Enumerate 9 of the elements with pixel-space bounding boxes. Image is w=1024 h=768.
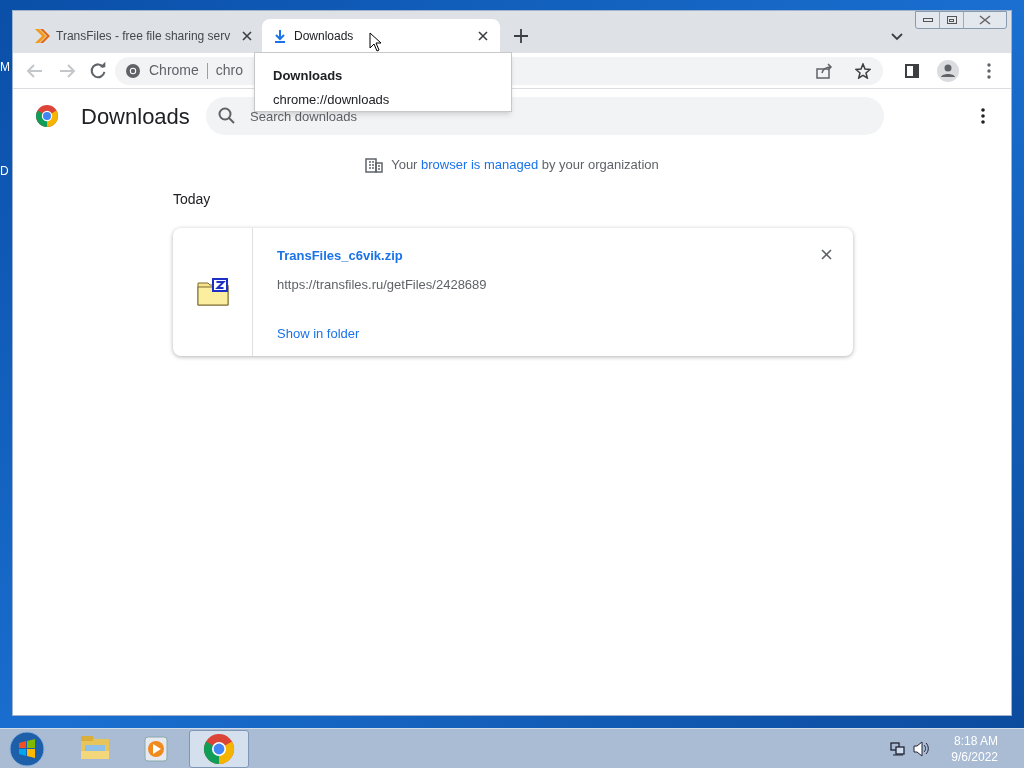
url-text: chro <box>215 61 244 80</box>
managed-notice: Your browser is managed by your organization <box>391 156 659 174</box>
site-label: Chrome <box>149 61 199 80</box>
tab-title: Downloads <box>294 28 354 45</box>
tab-title: TransFiles - free file sharing serv <box>56 28 231 45</box>
tooltip-title: Downloads <box>273 67 344 85</box>
page-title: Downloads <box>81 102 191 131</box>
date-heading: Today <box>173 189 211 209</box>
file-url: https://transfiles.ru/getFiles/2428689 <box>277 276 487 294</box>
